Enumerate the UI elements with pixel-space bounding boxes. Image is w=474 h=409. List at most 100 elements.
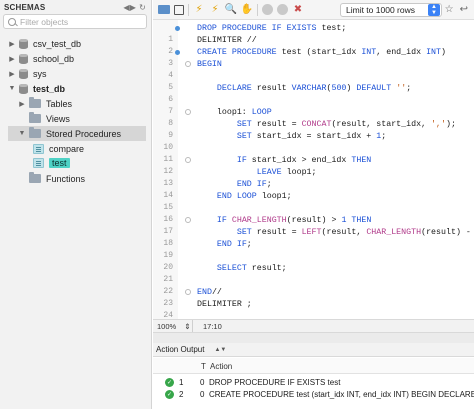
code-line[interactable]: 20 <box>153 251 474 272</box>
schemas-title: SCHEMAS <box>4 2 46 12</box>
success-check-icon: ✓ <box>165 390 174 399</box>
filter-objects-input[interactable] <box>20 16 140 27</box>
cursor-position: 17:10 <box>203 321 222 331</box>
execute-current-icon[interactable]: ⚡ <box>209 4 221 16</box>
search-icon <box>8 17 16 26</box>
zoom-arrows-icon: ⇕ <box>184 321 191 331</box>
wrap-icon[interactable]: ↩ <box>460 4 468 15</box>
chevron-right-icon[interactable]: ▶ <box>8 70 16 78</box>
output-type-dropdown-icon[interactable]: ▲▼ <box>214 347 226 353</box>
schema-item-sys[interactable]: ▶ sys <box>8 66 47 81</box>
code-line[interactable]: 7 <box>153 95 474 116</box>
filter-objects-box[interactable] <box>3 14 147 29</box>
chevron-right-icon[interactable]: ▶ <box>18 100 26 108</box>
tree-item-tables[interactable]: ▶ Tables <box>18 96 72 111</box>
stop-icon[interactable]: ✋ <box>241 4 253 16</box>
code-line[interactable]: 22 <box>153 275 474 296</box>
code-line[interactable]: 13 LEAVE loop1; <box>153 167 474 188</box>
tree-item-views[interactable]: Views <box>18 111 70 126</box>
tree-label: Tables <box>46 98 73 109</box>
code-line[interactable]: 3 CREATE PROCEDURE test (start_idx INT, … <box>153 47 474 68</box>
output-header: Action Output ▲▼ <box>153 343 474 357</box>
limit-rows-select[interactable]: Limit to 1000 rows ▲ ▼ <box>340 3 442 17</box>
code-line[interactable]: 2 DELIMITER // <box>153 35 474 56</box>
code-line[interactable]: 9 SET result = CONCAT(result, start_idx,… <box>153 119 474 140</box>
code-line[interactable]: 6 DECLARE result VARCHAR(500) DEFAULT ''… <box>153 83 474 104</box>
output-row[interactable]: ✓ 2 0 CREATE PROCEDURE test (start_idx I… <box>153 389 474 401</box>
sql-editor[interactable]: 1 DROP PROCEDURE IF EXISTS test; 2 DELIM… <box>153 20 474 320</box>
procedure-item-compare[interactable]: compare <box>33 141 84 156</box>
schemas-panel: SCHEMAS ◀▶ ↻ ▶ csv_test_db ▶ school_db ▶… <box>0 0 152 409</box>
open-file-icon[interactable] <box>158 5 170 14</box>
code-line[interactable]: 15 END LOOP loop1; <box>153 191 474 212</box>
refresh-icon[interactable]: ↻ <box>139 3 146 12</box>
procedure-icon <box>33 143 44 154</box>
zoom-control[interactable]: 100% ⇕ <box>153 320 193 332</box>
schema-item-test-db[interactable]: ▼ test_db <box>8 81 65 96</box>
select-arrows-icon: ▲ ▼ <box>428 4 440 16</box>
code-line[interactable]: 18 SET result = LEFT(result, CHAR_LENGTH… <box>153 227 474 248</box>
schema-label: test_db <box>33 83 66 94</box>
row-time: 0 <box>200 390 205 399</box>
fold-icon[interactable] <box>185 61 191 67</box>
procedure-label: compare <box>49 143 85 154</box>
explain-icon[interactable]: 🔍 <box>225 4 237 16</box>
code-line[interactable]: 24 DELIMITER ; <box>153 299 474 320</box>
bookmark-icon[interactable]: ☆ <box>445 4 454 15</box>
tree-item-functions[interactable]: Functions <box>18 171 85 186</box>
code-line[interactable]: 17 IF CHAR_LENGTH(result) > 1 THEN <box>153 215 474 236</box>
commit-icon[interactable] <box>277 4 288 15</box>
success-check-icon: ✓ <box>165 378 174 387</box>
collapse-icon[interactable]: ◀▶ <box>123 3 136 12</box>
code-line[interactable]: 1 DROP PROCEDURE IF EXISTS test; <box>153 23 474 44</box>
schema-item-csv-test-db[interactable]: ▶ csv_test_db <box>8 36 81 51</box>
column-time-header[interactable]: T <box>201 362 206 371</box>
code-line[interactable]: 8 loop1: LOOP <box>153 107 474 128</box>
fold-icon[interactable] <box>185 217 191 223</box>
row-action: CREATE PROCEDURE test (start_idx INT, en… <box>209 390 474 399</box>
code-line[interactable]: 11 <box>153 143 474 164</box>
schema-label: sys <box>33 68 47 79</box>
code-line[interactable]: 19 END IF; <box>153 239 474 260</box>
chevron-down-icon[interactable]: ▼ <box>8 85 16 92</box>
folder-icon <box>29 112 41 123</box>
fold-icon[interactable] <box>185 109 191 115</box>
row-number: 2 <box>179 390 184 399</box>
schema-label: school_db <box>33 53 75 64</box>
output-row[interactable]: ✓ 1 0 DROP PROCEDURE IF EXISTS test <box>153 377 474 389</box>
toggle-autocommit-icon[interactable] <box>262 4 273 15</box>
chevron-right-icon[interactable]: ▶ <box>8 40 16 48</box>
row-number: 1 <box>179 378 184 387</box>
code-line[interactable]: 16 <box>153 203 474 224</box>
row-action: DROP PROCEDURE IF EXISTS test <box>209 378 341 387</box>
code-line[interactable]: 23 END// <box>153 287 474 308</box>
fold-end-icon[interactable] <box>185 289 191 295</box>
schemas-header: SCHEMAS ◀▶ ↻ <box>0 0 151 14</box>
schema-item-school-db[interactable]: ▶ school_db <box>8 51 74 66</box>
tree-label: Views <box>46 113 70 124</box>
schemas-header-icons: ◀▶ ↻ <box>123 3 146 12</box>
code-line[interactable]: 10 SET start_idx = start_idx + 1; <box>153 131 474 152</box>
fold-icon[interactable] <box>185 157 191 163</box>
procedure-item-test[interactable]: test <box>33 155 70 170</box>
code-line[interactable]: 14 END IF; <box>153 179 474 200</box>
tree-label: Stored Procedures <box>46 128 122 139</box>
save-icon[interactable] <box>174 4 184 15</box>
rollback-icon[interactable]: ✖ <box>292 4 304 16</box>
code-line[interactable]: 12 IF start_idx > end_idx THEN <box>153 155 474 176</box>
code-line[interactable]: 21 SELECT result; <box>153 263 474 284</box>
schema-label: csv_test_db <box>33 38 82 49</box>
procedure-icon <box>33 157 44 168</box>
chevron-down-icon[interactable]: ▼ <box>18 130 26 137</box>
tree-item-stored-procedures[interactable]: ▼ Stored Procedures <box>8 126 146 141</box>
code-line[interactable]: 5 <box>153 71 474 92</box>
folder-icon <box>29 127 41 138</box>
code-line[interactable]: 4 BEGIN <box>153 59 474 80</box>
sql-editor-toolbar: ⚡ ⚡ 🔍 ✋ ✖ Limit to 1000 rows ▲ ▼ ☆ ↩ <box>153 0 474 20</box>
statement-marker-icon <box>175 50 180 55</box>
tree-label: Functions <box>46 173 86 184</box>
chevron-right-icon[interactable]: ▶ <box>8 55 16 63</box>
column-action-header[interactable]: Action <box>210 362 232 371</box>
folder-icon <box>29 97 41 108</box>
execute-icon[interactable]: ⚡ <box>193 4 205 16</box>
